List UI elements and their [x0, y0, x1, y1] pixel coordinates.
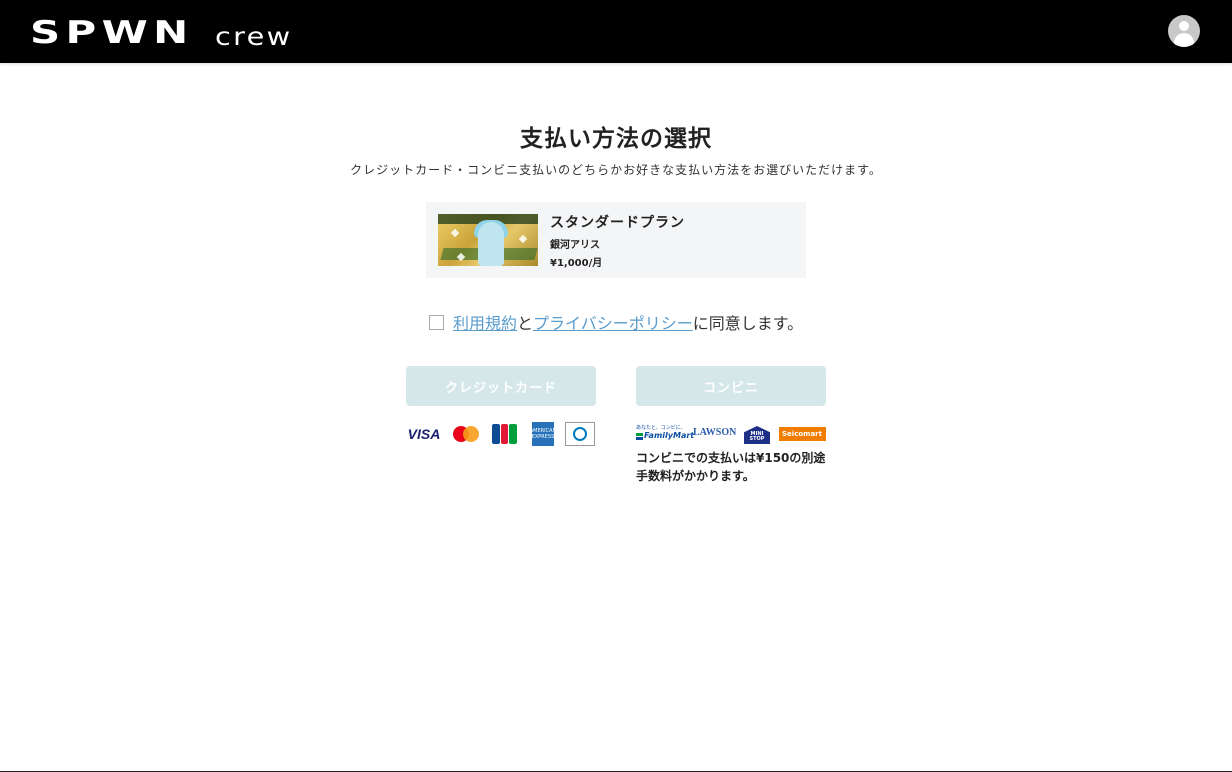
lawson-logo: LAWSON [693, 427, 737, 438]
mastercard-logo [453, 422, 479, 446]
agreement-connector: と [517, 314, 534, 333]
avatar-head [1179, 21, 1189, 31]
familymart-logo: あなたと、コンビに、 FamilyMart [636, 425, 695, 440]
agreement-suffix: に同意します。 [692, 314, 804, 333]
top-header: SPWN crew [0, 0, 1232, 63]
page-title: 支払い方法の選択 [520, 126, 712, 152]
jcb-logo [492, 422, 518, 446]
logo-spwn-text: SPWN [30, 15, 194, 51]
diners-club-logo [565, 422, 595, 446]
avatar-body [1174, 33, 1194, 47]
plan-thumbnail-image [438, 214, 538, 266]
convenience-fee-note: コンビニでの支払いは¥150の別途手数料がかかります。 [636, 451, 826, 483]
seicomart-logo: Seicomart [779, 427, 826, 441]
ministop-logo: MINI STOP [744, 424, 770, 444]
plan-name: スタンダードプラン [550, 215, 685, 231]
amex-logo: AMERICAN EXPRESS [530, 422, 556, 446]
logo-crew-text: crew [215, 22, 293, 51]
visa-logo: VISA [407, 426, 441, 442]
agreement-row: 利用規約 と プライバシーポリシー に同意します。 [429, 310, 803, 334]
card-brand-logos: VISA AMERICAN EXPRESS [406, 422, 596, 446]
plan-artist: 銀河アリス [550, 240, 600, 251]
plan-price: ¥1,000/月 [550, 258, 603, 269]
convenience-store-logos: あなたと、コンビに、 FamilyMart LAWSON MINI STOP S… [636, 424, 826, 444]
terms-link[interactable]: 利用規約 [453, 310, 517, 334]
page-subtitle: クレジットカード・コンビニ支払いのどちらかお好きな支払い方法をお選びいただけます… [350, 163, 882, 177]
credit-card-button[interactable]: クレジットカード [406, 366, 596, 406]
spwn-crew-logo[interactable]: SPWN crew [30, 15, 290, 50]
plan-summary-card: スタンダードプラン 銀河アリス ¥1,000/月 [426, 202, 806, 278]
user-avatar-icon[interactable] [1168, 15, 1200, 47]
agree-checkbox[interactable] [429, 314, 444, 330]
convenience-store-button[interactable]: コンビニ [636, 366, 826, 406]
privacy-policy-link[interactable]: プライバシーポリシー [533, 310, 693, 334]
